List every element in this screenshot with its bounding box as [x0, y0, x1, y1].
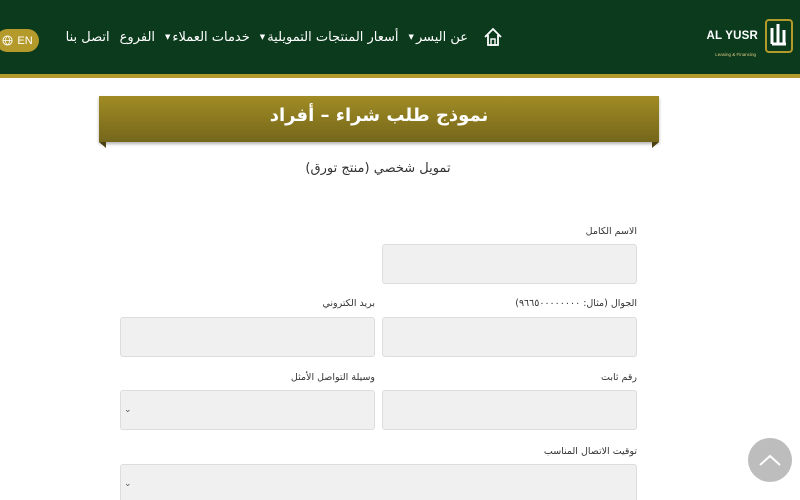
nav-product-prices[interactable]: أسعار المنتجات التمويلية ▼ — [260, 30, 399, 45]
nav-product-prices-label: أسعار المنتجات التمويلية — [267, 29, 399, 45]
nav-contact-label: اتصل بنا — [65, 29, 110, 45]
nav-customer-services-label: خدمات العملاء — [172, 29, 250, 45]
logo-mark-icon — [765, 19, 793, 53]
full-name-label: الاسم الكامل — [585, 226, 637, 237]
chevron-down-icon: ⌄ — [124, 405, 132, 415]
form-subtitle: تمويل شخصي (منتج تورق) — [305, 161, 451, 176]
email-label: بريد الكتروني — [322, 298, 375, 309]
language-label: EN — [17, 34, 33, 47]
contact-time-select[interactable]: ⌄ — [120, 464, 637, 500]
nav-customer-services[interactable]: خدمات العملاء ▼ — [165, 30, 250, 45]
full-name-input[interactable] — [382, 244, 637, 284]
chevron-down-icon: ⌄ — [124, 479, 132, 489]
caret-down-icon: ▼ — [259, 33, 266, 41]
language-toggle-button[interactable]: EN — [0, 29, 39, 52]
page-title: نموذج طلب شراء – أفراد — [269, 105, 489, 126]
main-nav: عن اليسر ▼ أسعار المنتجات التمويلية ▼ خد… — [66, 26, 504, 48]
ribbon-fold-left — [99, 142, 106, 148]
mobile-input[interactable] — [382, 317, 637, 357]
logo[interactable]: AL YUSR Leasing & Financing — [706, 16, 794, 62]
nav-branches[interactable]: الفروع — [120, 30, 155, 45]
page: AL YUSR Leasing & Financing عن اليسر ▼ أ… — [0, 0, 800, 500]
contact-time-label: توقيت الاتصال المناسب — [543, 446, 637, 457]
logo-text: AL YUSR — [706, 30, 758, 42]
landline-input[interactable] — [382, 390, 637, 430]
logo-subtitle: Leasing & Financing — [715, 52, 756, 57]
caret-down-icon: ▼ — [165, 33, 171, 41]
landline-label: رقم ثابت — [601, 372, 637, 383]
form-title-banner: نموذج طلب شراء – أفراد — [99, 96, 659, 142]
contact-method-label: وسيلة التواصل الأمثل — [290, 372, 375, 383]
top-navigation-bar: AL YUSR Leasing & Financing عن اليسر ▼ أ… — [0, 0, 800, 78]
nav-about[interactable]: عن اليسر ▼ — [409, 30, 468, 45]
globe-icon — [2, 35, 13, 46]
home-icon[interactable] — [482, 26, 504, 48]
ribbon-fold-right — [652, 142, 659, 148]
nav-contact[interactable]: اتصل بنا — [66, 30, 110, 45]
email-input[interactable] — [120, 317, 375, 357]
nav-about-label: عن اليسر — [415, 29, 468, 45]
nav-branches-label: الفروع — [119, 29, 156, 45]
contact-method-select[interactable]: ⌄ — [120, 390, 375, 430]
mobile-label: الجوال (مثال: ٩٦٦٥٠٠٠٠٠٠٠٠) — [515, 298, 637, 309]
scroll-to-top-button[interactable] — [748, 438, 792, 482]
caret-down-icon: ▼ — [408, 33, 414, 41]
chevron-up-icon — [759, 454, 781, 466]
